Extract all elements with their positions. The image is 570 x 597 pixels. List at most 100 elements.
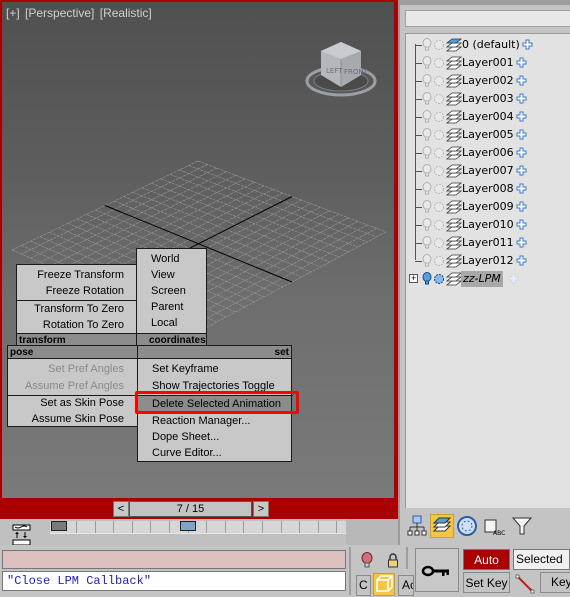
layer-name[interactable]: Layer009	[462, 199, 514, 215]
set-key-button[interactable]: Set Key	[463, 572, 510, 593]
material-icon[interactable]	[455, 514, 479, 538]
layers-icon[interactable]	[430, 514, 454, 538]
add-to-layer-icon[interactable]	[516, 183, 527, 194]
layer-name[interactable]: Layer007	[462, 163, 514, 179]
menu-item-freeze-transform[interactable]: Freeze Transform	[17, 267, 124, 283]
menu-item-parent[interactable]: Parent	[151, 299, 183, 315]
layer-row[interactable]: Layer004	[406, 108, 570, 126]
visibility-bulb-icon[interactable]	[422, 236, 432, 250]
layer-row[interactable]: 0 (default)	[406, 36, 570, 54]
current-time-slider[interactable]	[180, 521, 196, 531]
isolate-selection-icon[interactable]	[361, 552, 373, 570]
freeze-icon[interactable]	[433, 254, 445, 268]
freeze-icon[interactable]	[433, 182, 445, 196]
layer-row[interactable]: Layer001	[406, 54, 570, 72]
menu-item-screen[interactable]: Screen	[151, 283, 186, 299]
viewport-menu-plus[interactable]: [+]	[6, 6, 20, 20]
layer-name[interactable]: Layer012	[462, 253, 514, 269]
layer-search-input[interactable]	[405, 10, 570, 27]
freeze-icon[interactable]	[433, 74, 445, 88]
freeze-icon[interactable]	[433, 38, 445, 52]
absolute-mode-button[interactable]: Ac	[398, 575, 414, 596]
add-to-layer-icon[interactable]	[516, 219, 527, 230]
freeze-icon[interactable]	[433, 110, 445, 124]
layer-row[interactable]: Layer003	[406, 90, 570, 108]
perspective-viewport[interactable]: [+] [Perspective] [Realistic] LEFT FRONT…	[2, 2, 394, 498]
visibility-bulb-icon[interactable]	[422, 218, 432, 232]
menu-item-view[interactable]: View	[151, 267, 175, 283]
freeze-icon[interactable]	[433, 236, 445, 250]
layer-tree[interactable]: 0 (default) Layer001 Layer002 Layer003 Layer…	[405, 33, 570, 508]
layer-row[interactable]: Layer009	[406, 198, 570, 216]
key-tangent-icon[interactable]	[515, 574, 535, 594]
add-to-layer-icon[interactable]	[508, 273, 519, 284]
add-to-layer-icon[interactable]	[516, 129, 527, 140]
freeze-icon[interactable]	[433, 200, 445, 214]
freeze-icon[interactable]	[433, 146, 445, 160]
visibility-bulb-icon[interactable]	[422, 182, 432, 196]
viewport-view-label[interactable]: [Perspective]	[25, 6, 94, 20]
freeze-icon[interactable]	[433, 128, 445, 142]
object-label-icon[interactable]: ABC	[482, 514, 506, 538]
add-to-layer-icon[interactable]	[516, 147, 527, 158]
freeze-icon[interactable]	[433, 218, 445, 232]
add-to-layer-icon[interactable]	[516, 201, 527, 212]
layer-row[interactable]: Layer010	[406, 216, 570, 234]
layer-name[interactable]: Layer010	[462, 217, 514, 233]
prev-page-button[interactable]: <	[113, 501, 129, 517]
menu-item-set-keyframe[interactable]: Set Keyframe	[152, 361, 219, 377]
layer-row[interactable]: Layer002	[406, 72, 570, 90]
layer-name[interactable]: Layer004	[462, 109, 514, 125]
add-to-layer-icon[interactable]	[522, 39, 533, 50]
menu-item-freeze-rotation[interactable]: Freeze Rotation	[17, 283, 124, 299]
layer-name[interactable]: Layer011	[462, 235, 514, 251]
expand-toggle[interactable]: +	[409, 274, 418, 283]
menu-item-world[interactable]: World	[151, 251, 180, 267]
auto-key-button[interactable]: Auto Key	[463, 549, 510, 588]
visibility-bulb-icon[interactable]	[422, 74, 432, 88]
key-filters-button[interactable]: Key	[540, 572, 570, 593]
add-to-layer-icon[interactable]	[516, 57, 527, 68]
layer-row[interactable]: + zz-LPM	[406, 270, 570, 288]
layer-row[interactable]: Layer011	[406, 234, 570, 252]
time-track[interactable]	[50, 521, 346, 533]
viewport-shading-label[interactable]: [Realistic]	[100, 6, 152, 20]
layer-row[interactable]: Layer007	[406, 162, 570, 180]
add-to-layer-icon[interactable]	[516, 111, 527, 122]
visibility-bulb-icon[interactable]	[422, 56, 432, 70]
menu-item-curve-editor[interactable]: Curve Editor...	[152, 445, 222, 461]
layer-name[interactable]: Layer008	[462, 181, 514, 197]
visibility-bulb-icon[interactable]	[422, 146, 432, 160]
add-to-layer-icon[interactable]	[516, 255, 527, 266]
layer-name[interactable]: 0 (default)	[462, 37, 520, 53]
frame-slider[interactable]: 7 / 15	[129, 501, 252, 517]
next-page-button[interactable]: >	[253, 501, 269, 517]
visibility-bulb-icon[interactable]	[422, 38, 432, 52]
layer-name[interactable]: zz-LPM	[461, 271, 503, 287]
layer-name[interactable]: Layer006	[462, 145, 514, 161]
menu-item-local[interactable]: Local	[151, 315, 177, 331]
range-start-marker[interactable]	[51, 521, 67, 531]
visibility-bulb-icon[interactable]	[422, 200, 432, 214]
visibility-bulb-icon[interactable]	[422, 164, 432, 178]
add-to-layer-icon[interactable]	[516, 237, 527, 248]
hierarchy-icon[interactable]	[405, 514, 429, 538]
menu-item-rotation-to-zero[interactable]: Rotation To Zero	[17, 317, 124, 333]
layer-name[interactable]: Layer001	[462, 55, 514, 71]
freeze-icon[interactable]	[433, 56, 445, 70]
menu-item-transform-to-zero[interactable]: Transform To Zero	[17, 301, 124, 317]
timeline-config-icon[interactable]	[11, 523, 33, 546]
visibility-bulb-icon[interactable]	[422, 92, 432, 106]
small-c-button[interactable]: C	[356, 575, 371, 596]
add-to-layer-icon[interactable]	[516, 165, 527, 176]
freeze-icon[interactable]	[433, 164, 445, 178]
layer-name[interactable]: Layer005	[462, 127, 514, 143]
viewcube-icon[interactable]: LEFT FRONT	[305, 37, 377, 97]
viewport-box-mode-icon[interactable]	[373, 573, 395, 596]
layer-row[interactable]: Layer005	[406, 126, 570, 144]
maxscript-listener-output[interactable]: "Close LPM Callback"	[2, 571, 346, 591]
add-to-layer-icon[interactable]	[516, 93, 527, 104]
layer-row[interactable]: Layer006	[406, 144, 570, 162]
filter-icon[interactable]	[510, 514, 534, 538]
set-key-mode-button[interactable]	[415, 548, 459, 592]
